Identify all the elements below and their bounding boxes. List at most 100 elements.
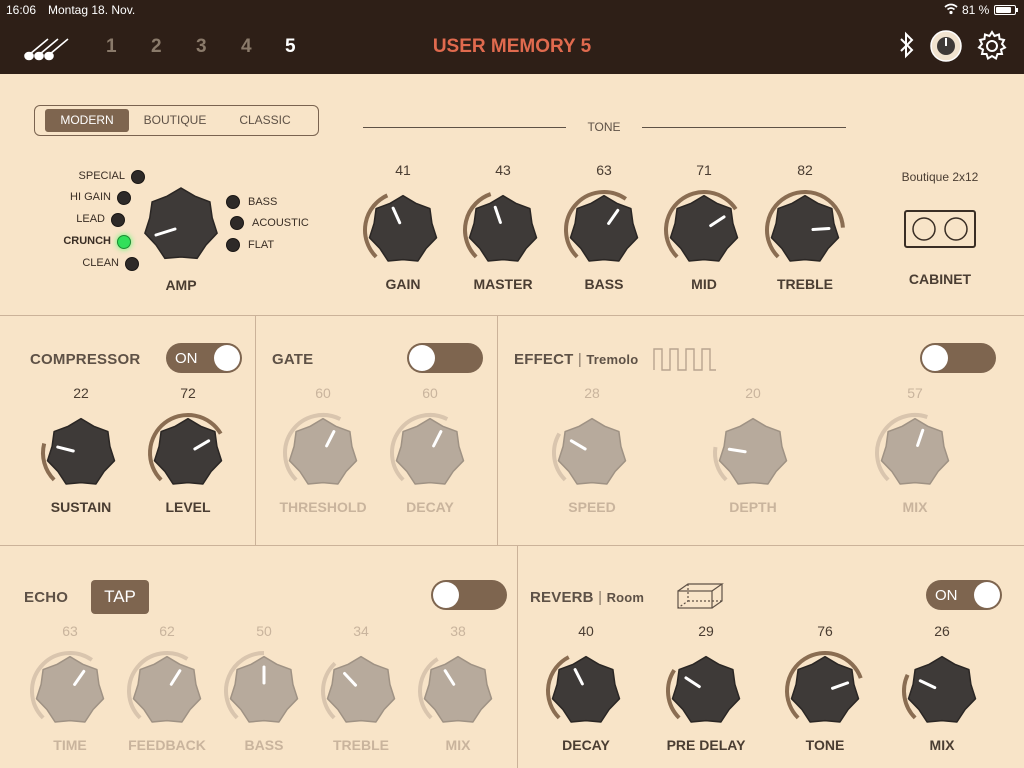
wifi-icon: [944, 2, 958, 19]
gate-toggle-thumb: [409, 345, 435, 371]
guitars-logo-icon[interactable]: [22, 36, 74, 67]
bluetooth-icon[interactable]: [898, 31, 916, 64]
amp-treble-knob[interactable]: 82 TREBLE: [765, 162, 845, 292]
gear-icon[interactable]: [975, 29, 1009, 68]
amp-type-clean-led[interactable]: [125, 257, 139, 271]
amp-type-crunch-label[interactable]: CRUNCH: [21, 235, 111, 247]
reverb-pre-delay-value: 29: [698, 623, 714, 639]
echo-toggle[interactable]: [431, 580, 507, 610]
gate-threshold-knob[interactable]: 60 THRESHOLD: [279, 385, 366, 515]
echo-feedback-knob[interactable]: 62 FEEDBACK: [127, 623, 207, 753]
compressor-title: COMPRESSOR: [30, 351, 141, 368]
reverb-toggle[interactable]: ON: [926, 580, 1002, 610]
cabinet-name: Boutique 2x12: [901, 170, 979, 184]
amp-mid-knob[interactable]: 71 MID: [664, 162, 744, 292]
reverb-title: REVERB | Room: [530, 589, 645, 606]
echo-bass-knob[interactable]: 50 BASS: [224, 623, 304, 753]
mode-modern-option[interactable]: MODERN: [45, 109, 129, 132]
echo-bass-value: 50: [256, 623, 272, 639]
effect-title-text: EFFECT: [514, 351, 574, 368]
amp-type-lead-led[interactable]: [111, 213, 125, 227]
amp-treble-value: 82: [797, 162, 813, 178]
effect-depth-knob[interactable]: 20 DEPTH: [713, 385, 793, 515]
effect-depth-label: DEPTH: [729, 499, 777, 515]
echo-mix-knob[interactable]: 38 MIX: [418, 623, 498, 753]
gate-decay-knob[interactable]: 60 DECAY: [390, 385, 470, 515]
reverb-decay-knob[interactable]: 40 DECAY: [546, 623, 626, 753]
reverb-tone-value: 76: [817, 623, 833, 639]
amp-gain-value: 41: [395, 162, 411, 178]
amp-type-hi-gain-led[interactable]: [117, 191, 131, 205]
amp-type-crunch-led[interactable]: [117, 235, 131, 249]
amp-type-knob[interactable]: [142, 186, 220, 264]
reverb-decay-value: 40: [578, 623, 594, 639]
reverb-tone-knob[interactable]: 76 TONE: [785, 623, 865, 753]
amp-knob-icon[interactable]: [929, 29, 963, 68]
preset-title: USER MEMORY 5: [432, 36, 592, 57]
amp-type-special-led[interactable]: [131, 170, 145, 184]
memory-4-button[interactable]: 4: [241, 36, 252, 58]
amp-type-lead-label[interactable]: LEAD: [15, 213, 105, 225]
memory-2-button[interactable]: 2: [151, 36, 162, 58]
amp-master-value: 43: [495, 162, 511, 178]
tone-label: TONE: [587, 120, 621, 134]
amp-type-hi-gain-label[interactable]: HI GAIN: [21, 191, 111, 203]
compressor-toggle-thumb: [214, 345, 240, 371]
compressor-sustain-knob[interactable]: 22 SUSTAIN: [41, 385, 121, 515]
battery-icon: [994, 5, 1018, 15]
amp-type-acoustic-label[interactable]: ACOUSTIC: [252, 217, 309, 229]
reverb-mix-label: MIX: [929, 737, 955, 753]
amp-type-flat-led[interactable]: [226, 238, 240, 252]
reverb-pre-delay-knob[interactable]: 29 PRE DELAY: [666, 623, 746, 753]
compressor-level-knob[interactable]: 72 LEVEL: [148, 385, 228, 515]
status-date: Montag 18. Nov.: [48, 3, 136, 17]
reverb-toggle-label: ON: [935, 587, 958, 604]
reverb-type: Room: [606, 590, 645, 605]
amp-type-bass-led[interactable]: [226, 195, 240, 209]
amp-type-special-label[interactable]: SPECIAL: [35, 170, 125, 182]
effect-speed-label: SPEED: [568, 499, 616, 515]
amp-gain-knob[interactable]: 41 GAIN: [363, 162, 443, 292]
effect-speed-knob[interactable]: 28 SPEED: [552, 385, 632, 515]
reverb-mix-value: 26: [934, 623, 950, 639]
compressor-toggle-label: ON: [175, 350, 198, 367]
reverb-toggle-thumb: [974, 582, 1000, 608]
echo-title: ECHO: [24, 589, 69, 606]
memory-5-button[interactable]: 5: [285, 36, 296, 58]
mode-classic-option[interactable]: CLASSIC: [223, 109, 307, 132]
echo-treble-knob[interactable]: 34 TREBLE: [321, 623, 401, 753]
amp-mode-segmented: MODERN BOUTIQUE CLASSIC: [34, 105, 319, 136]
echo-feedback-value: 62: [159, 623, 175, 639]
echo-time-knob[interactable]: 63 TIME: [30, 623, 110, 753]
amp-master-knob[interactable]: 43 MASTER: [463, 162, 543, 292]
compressor-sustain-value: 22: [73, 385, 89, 401]
cabinet-label: CABINET: [908, 271, 972, 287]
gate-decay-label: DECAY: [406, 499, 454, 515]
amp-bass-value: 63: [596, 162, 612, 178]
effect-type: Tremolo: [586, 352, 639, 367]
amp-type-acoustic-led[interactable]: [230, 216, 244, 230]
memory-3-button[interactable]: 3: [196, 36, 207, 58]
tap-tempo-button[interactable]: TAP: [91, 580, 149, 614]
memory-1-button[interactable]: 1: [106, 36, 117, 58]
tone-divider-right: [642, 127, 846, 128]
amp-bass-knob[interactable]: 63 BASS: [564, 162, 644, 292]
effect-mix-knob[interactable]: 57 MIX: [875, 385, 955, 515]
compressor-toggle[interactable]: ON: [166, 343, 242, 373]
amp-type-bass-label[interactable]: BASS: [248, 196, 277, 208]
compressor-level-label: LEVEL: [165, 499, 211, 515]
amp-type-clean-label[interactable]: CLEAN: [29, 257, 119, 269]
gate-toggle[interactable]: [407, 343, 483, 373]
reverb-title-text: REVERB: [530, 589, 594, 606]
gate-threshold-value: 60: [315, 385, 331, 401]
status-bar: 16:06 Montag 18. Nov. 81 %: [0, 0, 1024, 20]
reverb-mix-knob[interactable]: 26 MIX: [902, 623, 982, 753]
effect-toggle-thumb: [922, 345, 948, 371]
compressor-level-value: 72: [180, 385, 196, 401]
amp-type-flat-label[interactable]: FLAT: [248, 239, 274, 251]
mode-boutique-option[interactable]: BOUTIQUE: [133, 109, 217, 132]
cabinet-icon[interactable]: [904, 210, 976, 253]
battery-percent: 81 %: [962, 3, 990, 17]
top-bar: 1 2 3 4 5 USER MEMORY 5: [0, 20, 1024, 74]
effect-toggle[interactable]: [920, 343, 996, 373]
